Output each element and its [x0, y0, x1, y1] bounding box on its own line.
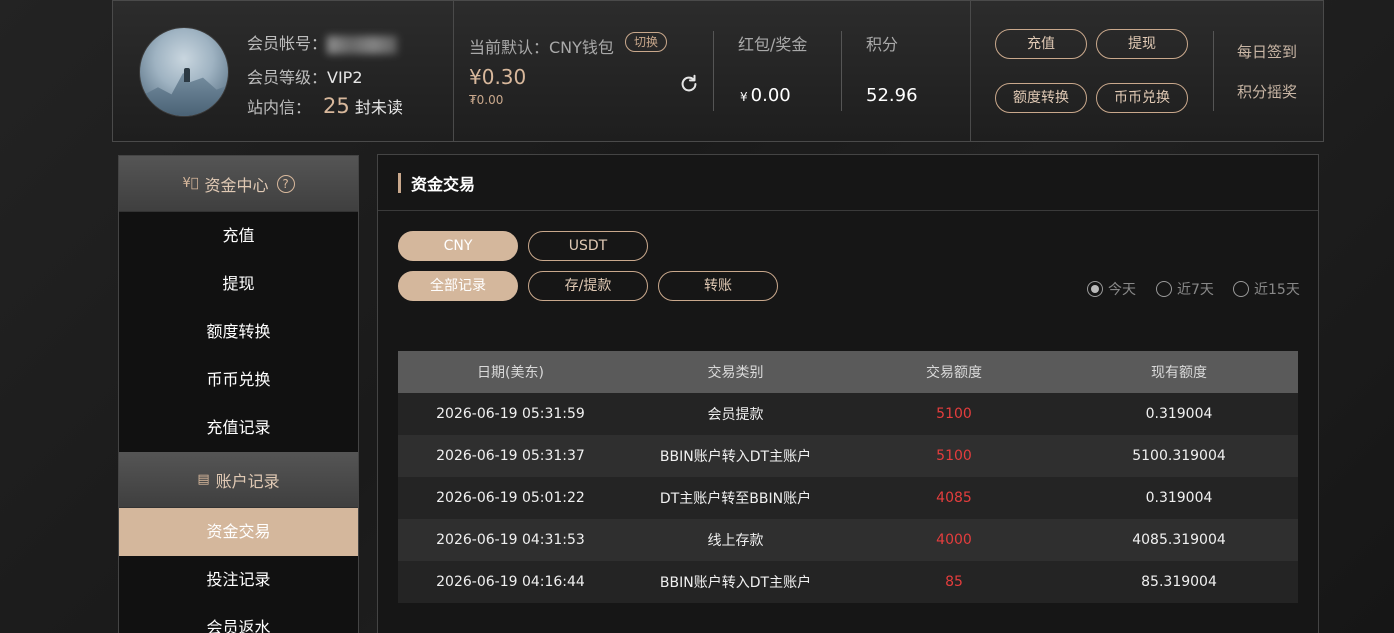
cell-date: 2026-06-19 05:31:59	[398, 393, 623, 435]
cell-type: 线上存款	[623, 519, 848, 561]
points-value: 52.96	[866, 85, 918, 106]
table-row: 2026-06-19 04:16:44 BBIN账户转入DT主账户 85 85.…	[398, 561, 1298, 603]
level-row: 会员等级：VIP2	[247, 64, 363, 88]
fund-center-label: 资金中心	[204, 175, 269, 195]
filter-today[interactable]: 今天	[1087, 279, 1136, 299]
default-wallet-label: 当前默认：CNY钱包	[469, 38, 614, 57]
fund-transactions-panel: 资金交易 CNY USDT 全部记录 存/提款 转账 今天 近7天 近15天 日…	[377, 154, 1319, 633]
col-type: 交易类别	[623, 351, 848, 393]
help-icon[interactable]: ?	[276, 174, 295, 193]
level-label: 会员等级：	[247, 68, 328, 87]
wallet-usdt-balance: ₮0.00	[469, 93, 504, 107]
cell-date: 2026-06-19 05:01:22	[398, 477, 623, 519]
inbox-row[interactable]: 站内信： 25 封未读	[247, 94, 403, 118]
coin-exchange-button[interactable]: 币币兑换	[1096, 83, 1188, 113]
account-summary-bar: 会员帐号： 会员等级：VIP2 站内信： 25 封未读 当前默认：CNY钱包 切换…	[112, 0, 1324, 142]
table-row: 2026-06-19 05:31:59 会员提款 5100 0.319004	[398, 393, 1298, 435]
document-icon: ▤	[197, 472, 210, 487]
col-balance: 现有额度	[1060, 351, 1298, 393]
account-records-header: ▤ 账户记录	[119, 452, 358, 508]
cell-amount: 85	[848, 561, 1060, 603]
wallet-balance: ¥0.30	[469, 65, 527, 89]
cell-amount: 4000	[848, 519, 1060, 561]
tab-deposit-withdraw[interactable]: 存/提款	[528, 271, 648, 301]
cell-date: 2026-06-19 04:16:44	[398, 561, 623, 603]
unread-suffix: 封未读	[354, 98, 403, 117]
tab-transfer[interactable]: 转账	[658, 271, 778, 301]
cell-type: BBIN账户转入DT主账户	[623, 435, 848, 477]
sidebar-item-recharge[interactable]: 充值	[119, 212, 358, 260]
table-header-row: 日期(美东) 交易类别 交易额度 现有额度	[398, 351, 1298, 393]
withdraw-button[interactable]: 提现	[1096, 29, 1188, 59]
level-value: VIP2	[327, 68, 363, 87]
account-records-label: 账户记录	[215, 471, 280, 491]
filter-7days[interactable]: 近7天	[1156, 279, 1214, 299]
cell-amount: 4085	[848, 477, 1060, 519]
refresh-icon[interactable]	[678, 73, 700, 95]
sidebar-item-fund-transactions[interactable]: 资金交易	[119, 508, 358, 556]
cell-balance: 0.319004	[1060, 393, 1298, 435]
col-date: 日期(美东)	[398, 351, 623, 393]
yen-icon: ¥⃝	[182, 176, 199, 191]
account-row: 会员帐号：	[247, 30, 398, 54]
fund-center-header: ¥⃝ 资金中心 ?	[119, 156, 358, 212]
recharge-button[interactable]: 充值	[995, 29, 1087, 59]
sidebar-item-recharge-records[interactable]: 充值记录	[119, 404, 358, 452]
credit-transfer-button[interactable]: 额度转换	[995, 83, 1087, 113]
bonus-value: ¥0.00	[740, 85, 791, 106]
tab-all-records[interactable]: 全部记录	[398, 271, 518, 301]
cell-amount: 5100	[848, 393, 1060, 435]
cell-date: 2026-06-19 05:31:37	[398, 435, 623, 477]
table-row: 2026-06-19 04:31:53 线上存款 4000 4085.31900…	[398, 519, 1298, 561]
account-label: 会员帐号：	[247, 34, 328, 53]
sidebar-item-withdraw[interactable]: 提现	[119, 260, 358, 308]
panel-title: 资金交易	[378, 155, 1318, 211]
points-lottery-link[interactable]: 积分摇奖	[1237, 81, 1297, 102]
daily-signin-link[interactable]: 每日签到	[1237, 41, 1297, 62]
sidebar-item-coin-exchange[interactable]: 币币兑换	[119, 356, 358, 404]
sidebar-item-bet-records[interactable]: 投注记录	[119, 556, 358, 604]
radio-icon	[1156, 281, 1172, 297]
cell-balance: 85.319004	[1060, 561, 1298, 603]
account-name-blurred	[327, 35, 398, 54]
sidebar-item-rebate[interactable]: 会员返水	[119, 604, 358, 633]
tab-cny[interactable]: CNY	[398, 231, 518, 261]
cell-type: BBIN账户转入DT主账户	[623, 561, 848, 603]
cell-balance: 5100.319004	[1060, 435, 1298, 477]
unread-count[interactable]: 25	[323, 94, 350, 118]
col-amount: 交易额度	[848, 351, 1060, 393]
cell-balance: 0.319004	[1060, 477, 1298, 519]
tab-usdt[interactable]: USDT	[528, 231, 648, 261]
transactions-table: 日期(美东) 交易类别 交易额度 现有额度 2026-06-19 05:31:5…	[398, 351, 1298, 603]
radio-icon	[1233, 281, 1249, 297]
avatar[interactable]	[139, 27, 229, 117]
sidebar-item-credit-transfer[interactable]: 额度转换	[119, 308, 358, 356]
table-row: 2026-06-19 05:31:37 BBIN账户转入DT主账户 5100 5…	[398, 435, 1298, 477]
table-row: 2026-06-19 05:01:22 DT主账户转至BBIN账户 4085 0…	[398, 477, 1298, 519]
switch-wallet-button[interactable]: 切换	[625, 32, 668, 52]
cell-type: DT主账户转至BBIN账户	[623, 477, 848, 519]
cell-type: 会员提款	[623, 393, 848, 435]
sidebar: ¥⃝ 资金中心 ? 充值 提现 额度转换 币币兑换 充值记录 ▤ 账户记录 资金…	[118, 155, 359, 633]
inbox-label: 站内信：	[247, 98, 312, 117]
filter-15days[interactable]: 近15天	[1233, 279, 1300, 299]
cell-balance: 4085.319004	[1060, 519, 1298, 561]
points-label: 积分	[866, 35, 899, 54]
cell-date: 2026-06-19 04:31:53	[398, 519, 623, 561]
bonus-label: 红包/奖金	[738, 35, 808, 54]
cell-amount: 5100	[848, 435, 1060, 477]
radio-checked-icon	[1087, 281, 1103, 297]
